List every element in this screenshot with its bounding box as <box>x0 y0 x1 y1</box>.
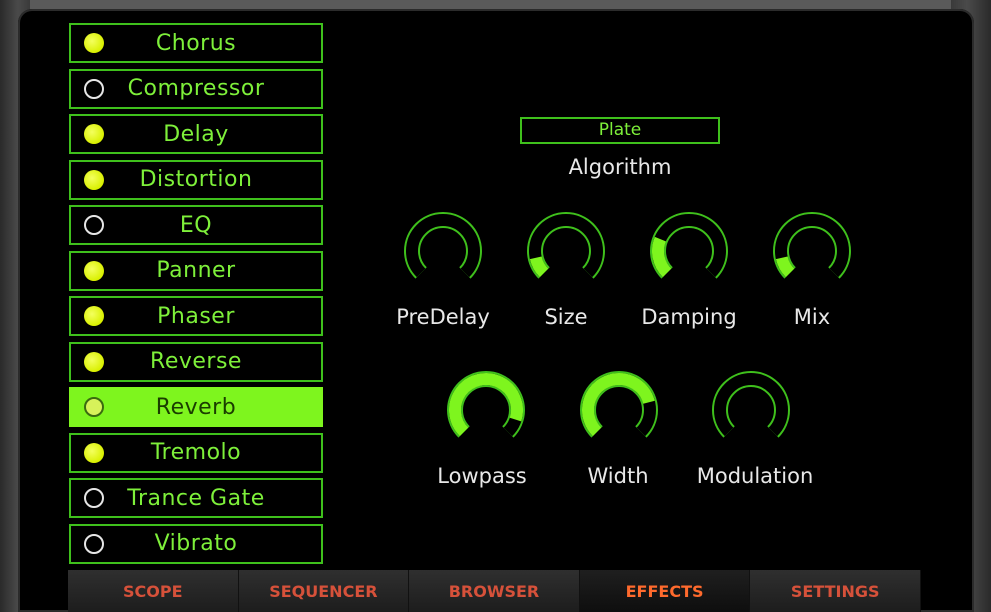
size-label: Size <box>544 305 588 329</box>
predelay-knob[interactable] <box>401 209 485 293</box>
effect-label: Reverse <box>150 349 242 374</box>
effect-item-tremolo[interactable]: Tremolo <box>69 432 323 473</box>
effect-label: Trance Gate <box>127 485 265 511</box>
effect-item-reverb[interactable]: Reverb <box>69 387 323 427</box>
effect-led-icon[interactable] <box>84 124 104 144</box>
width-label: Width <box>587 464 649 488</box>
tab-effects[interactable]: EFFECTS <box>579 570 751 612</box>
effect-led-icon[interactable] <box>84 78 104 99</box>
predelay-label: PreDelay <box>396 305 490 329</box>
effect-led-icon[interactable] <box>84 533 104 554</box>
effect-led-icon[interactable] <box>84 488 104 508</box>
effect-label: Delay <box>163 121 229 147</box>
effect-label: Vibrato <box>154 531 238 556</box>
tab-settings[interactable]: SETTINGS <box>750 570 921 612</box>
effect-item-delay[interactable]: Delay <box>69 114 323 154</box>
damping-label: Damping <box>641 305 737 329</box>
effect-item-reverse[interactable]: Reverse <box>69 341 323 382</box>
effect-label: Phaser <box>157 303 235 329</box>
mix-label: Mix <box>793 305 831 329</box>
effect-led-icon[interactable] <box>84 33 104 53</box>
effect-item-panner[interactable]: Panner <box>69 250 323 291</box>
modulation-knob[interactable] <box>709 368 793 452</box>
effect-item-eq[interactable]: EQ <box>69 205 323 245</box>
lowpass-label: Lowpass <box>437 464 527 488</box>
tab-bar: SCOPE SEQUENCER BROWSER EFFECTS SETTINGS <box>68 570 921 612</box>
algorithm-dropdown[interactable]: Plate <box>520 117 720 144</box>
effect-item-distortion[interactable]: Distortion <box>69 159 323 200</box>
tab-scope[interactable]: SCOPE <box>68 570 239 612</box>
effect-led-icon[interactable] <box>84 306 104 326</box>
effect-label: Chorus <box>155 30 237 56</box>
effect-led-icon[interactable] <box>84 351 104 372</box>
effect-led-icon[interactable] <box>84 215 104 235</box>
effect-item-phaser[interactable]: Phaser <box>69 296 323 336</box>
effect-led-icon[interactable] <box>84 260 104 281</box>
effect-item-compressor[interactable]: Compressor <box>69 68 323 109</box>
effect-label: EQ <box>179 212 213 238</box>
effect-label: Compressor <box>127 76 265 101</box>
effect-label: Distortion <box>139 167 253 192</box>
tab-browser[interactable]: BROWSER <box>409 570 580 612</box>
effect-item-chorus[interactable]: Chorus <box>69 23 323 63</box>
tab-sequencer[interactable]: SEQUENCER <box>238 570 410 612</box>
effect-led-icon[interactable] <box>84 442 104 463</box>
lowpass-knob[interactable] <box>444 368 528 452</box>
algorithm-label: Algorithm <box>568 155 672 179</box>
mix-knob[interactable] <box>770 209 854 293</box>
modulation-label: Modulation <box>696 464 814 488</box>
effect-item-trance-gate[interactable]: Trance Gate <box>69 478 323 518</box>
effect-item-vibrato[interactable]: Vibrato <box>69 523 323 564</box>
effect-label: Reverb <box>155 394 237 420</box>
damping-knob[interactable] <box>647 209 731 293</box>
effect-label: Tremolo <box>150 440 242 465</box>
size-knob[interactable] <box>524 209 608 293</box>
effect-label: Panner <box>156 258 236 283</box>
width-knob[interactable] <box>577 368 661 452</box>
effect-led-icon[interactable] <box>84 397 104 417</box>
effect-led-icon[interactable] <box>84 169 104 190</box>
